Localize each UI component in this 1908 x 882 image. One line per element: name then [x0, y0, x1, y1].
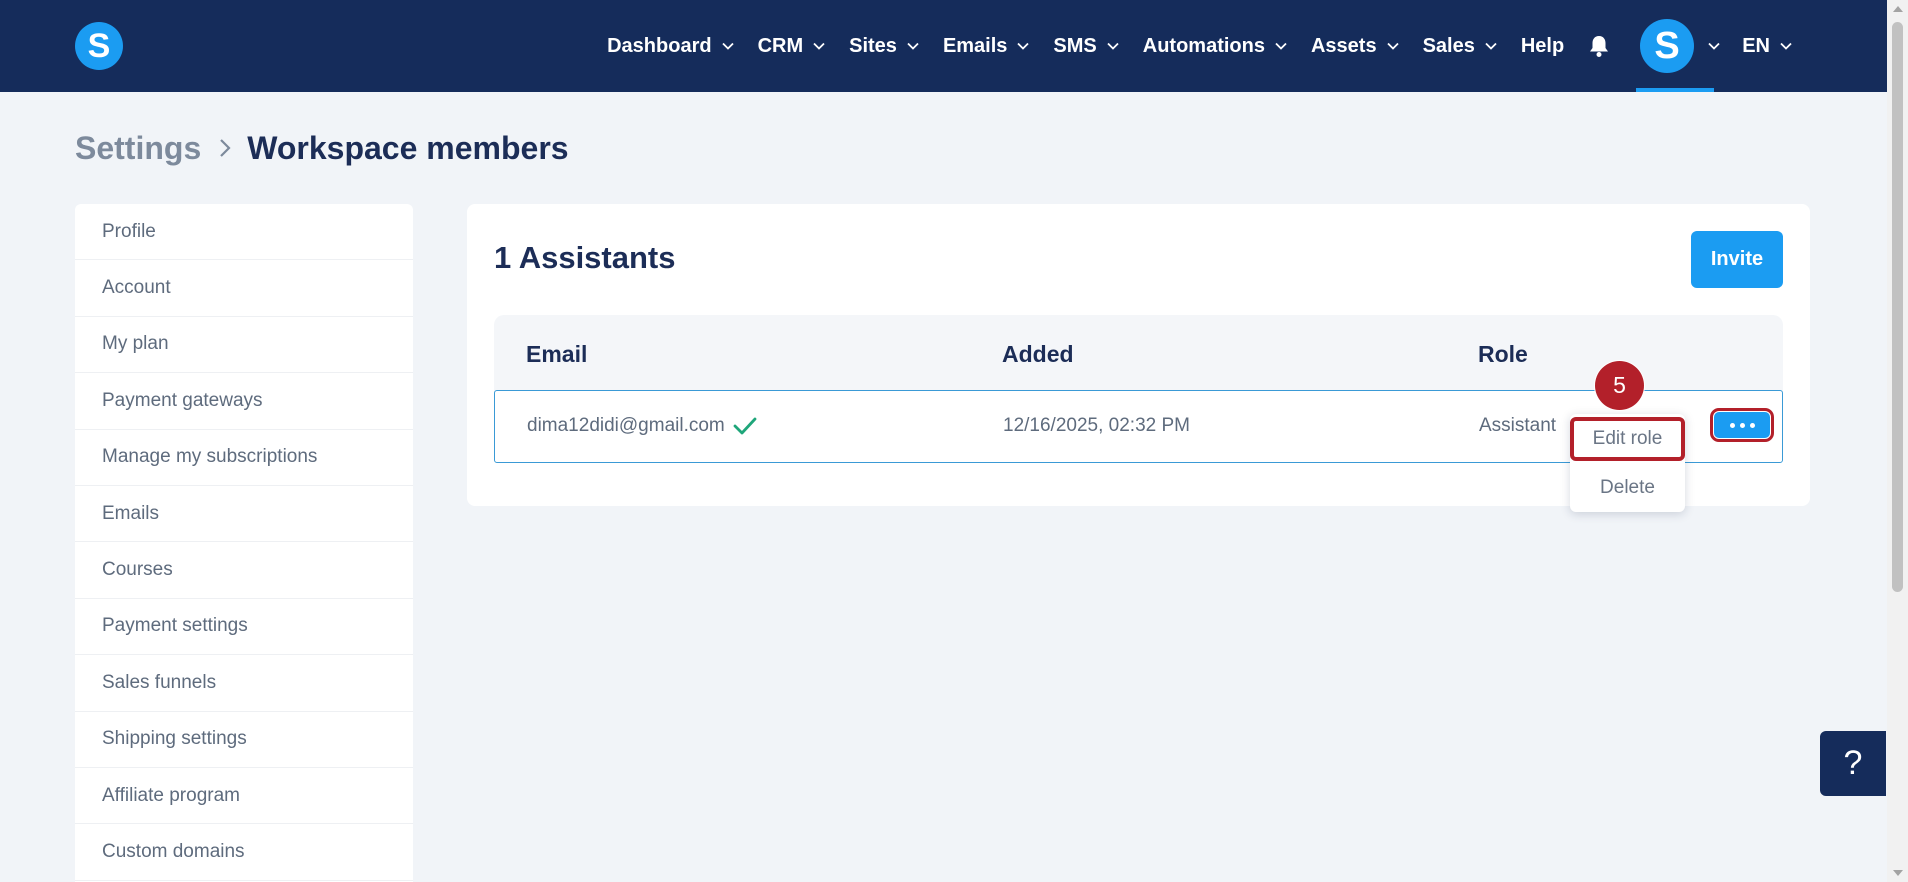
nav-item-assets[interactable]: Assets	[1311, 35, 1399, 58]
sidebar-item-label: Manage my subscriptions	[102, 446, 318, 468]
nav-item-crm[interactable]: CRM	[758, 35, 826, 58]
sidebar-item-label: Profile	[102, 220, 156, 242]
chevron-down-icon	[907, 42, 919, 50]
column-header-added: Added	[1002, 341, 1074, 367]
sidebar-item-label: Affiliate program	[102, 784, 240, 806]
step-number-badge: 5	[1595, 361, 1644, 410]
main-nav: Dashboard CRM Sites Emails SMS Automatio…	[583, 0, 1792, 92]
app-logo[interactable]: S	[75, 22, 123, 70]
sidebar-item-label: Emails	[102, 502, 160, 524]
sidebar-item-custom-domains[interactable]: Custom domains	[75, 824, 413, 881]
nav-item-label: Assets	[1310, 34, 1377, 57]
sidebar-item-label: Payment gateways	[102, 389, 263, 411]
scroll-up-arrow-icon[interactable]	[1893, 6, 1903, 12]
verified-check-icon	[733, 416, 757, 436]
sidebar-item-label: My plan	[102, 333, 169, 355]
nav-item-label: SMS	[1053, 34, 1097, 57]
top-navbar: S Dashboard CRM Sites Emails SMS Automat…	[0, 0, 1887, 92]
chevron-down-icon	[1107, 42, 1119, 50]
column-header-role: Role	[1478, 341, 1528, 367]
nav-item-sms[interactable]: SMS	[1053, 34, 1119, 58]
sidebar-item-label: Sales funnels	[102, 671, 217, 693]
member-email: dima12didi@gmail.com	[527, 415, 725, 436]
sidebar-item-payment-gateways[interactable]: Payment gateways	[75, 373, 413, 430]
invite-button[interactable]: Invite	[1691, 231, 1783, 288]
member-added-date: 12/16/2025, 02:32 PM	[1003, 415, 1190, 436]
chevron-down-icon[interactable]	[1708, 42, 1720, 50]
user-menu[interactable]: S	[1636, 0, 1720, 92]
nav-item-emails[interactable]: Emails	[942, 34, 1030, 58]
sidebar-item-profile[interactable]: Profile	[75, 204, 413, 261]
more-dot	[1749, 422, 1755, 428]
sidebar-item-label: Account	[102, 277, 171, 299]
nav-item-label: Sites	[849, 34, 897, 57]
logo-s-icon: S	[88, 27, 111, 65]
nav-item-sites[interactable]: Sites	[849, 35, 919, 58]
chevron-down-icon	[1485, 42, 1497, 50]
avatar[interactable]: S	[1640, 19, 1695, 73]
nav-item-sales[interactable]: Sales	[1423, 35, 1497, 58]
chevron-down-icon	[1017, 42, 1030, 50]
sidebar-item-manage-subscriptions[interactable]: Manage my subscriptions	[75, 430, 413, 486]
sidebar-item-payment-settings[interactable]: Payment settings	[75, 599, 413, 656]
member-email-cell: dima12didi@gmail.com	[527, 415, 757, 437]
page-title: Workspace members	[247, 129, 569, 166]
language-label: EN	[1742, 34, 1770, 57]
bell-icon[interactable]	[1588, 34, 1610, 58]
nav-item-label: Automations	[1142, 34, 1265, 57]
chevron-down-icon	[1275, 42, 1287, 50]
chevron-down-icon	[813, 42, 825, 50]
nav-item-automations[interactable]: Automations	[1143, 35, 1287, 58]
more-dot	[1739, 422, 1745, 428]
table-header: Email Added Role	[494, 315, 1783, 393]
scroll-down-arrow-icon[interactable]	[1893, 870, 1903, 876]
sidebar-item-account[interactable]: Account	[75, 260, 413, 317]
nav-item-label: Dashboard	[607, 34, 712, 57]
chevron-down-icon	[1780, 42, 1792, 50]
sidebar-item-affiliate-program[interactable]: Affiliate program	[75, 768, 413, 825]
sidebar-item-label: Courses	[102, 559, 173, 581]
edit-role-menu-item[interactable]: Edit role	[1570, 417, 1685, 461]
chevron-down-icon	[1386, 42, 1399, 50]
members-count-title: 1 Assistants	[494, 240, 676, 275]
help-button[interactable]: ?	[1820, 731, 1886, 796]
nav-item-help[interactable]: Help	[1521, 35, 1564, 58]
language-selector[interactable]: EN	[1742, 35, 1792, 58]
scroll-thumb[interactable]	[1892, 22, 1903, 592]
sidebar-item-label: Payment settings	[102, 615, 248, 637]
active-indicator	[1636, 88, 1715, 92]
nav-item-label: Sales	[1422, 34, 1475, 57]
settings-sidebar: Profile Account My plan Payment gateways…	[75, 204, 413, 882]
more-dots-icon	[1729, 422, 1735, 428]
member-role: Assistant	[1479, 415, 1557, 436]
sidebar-item-shipping-settings[interactable]: Shipping settings	[75, 712, 413, 768]
sidebar-item-emails[interactable]: Emails	[75, 486, 413, 543]
sidebar-item-sales-funnels[interactable]: Sales funnels	[75, 655, 413, 712]
avatar-letter: S	[1655, 25, 1680, 67]
chevron-right-icon	[219, 138, 231, 158]
sidebar-item-my-plan[interactable]: My plan	[75, 317, 413, 374]
breadcrumb: Settings Workspace members	[75, 126, 569, 170]
sidebar-item-courses[interactable]: Courses	[75, 542, 413, 599]
svg-text:S: S	[1655, 25, 1680, 67]
breadcrumb-settings-link[interactable]: Settings	[75, 130, 201, 167]
page-scrollbar[interactable]	[1887, 0, 1908, 882]
sidebar-item-label: Shipping settings	[102, 728, 247, 750]
row-actions-button[interactable]	[1710, 408, 1774, 442]
nav-item-label: Emails	[942, 34, 1008, 57]
svg-text:S: S	[88, 27, 111, 65]
row-actions-menu: Edit role Delete	[1570, 414, 1685, 512]
nav-item-dashboard[interactable]: Dashboard	[607, 34, 734, 58]
nav-item-label: Help	[1520, 34, 1565, 57]
sidebar-item-label: Custom domains	[102, 840, 245, 862]
chevron-down-icon	[721, 42, 734, 50]
column-header-email: Email	[526, 341, 588, 367]
delete-menu-item[interactable]: Delete	[1570, 466, 1685, 510]
nav-item-label: CRM	[757, 34, 804, 57]
